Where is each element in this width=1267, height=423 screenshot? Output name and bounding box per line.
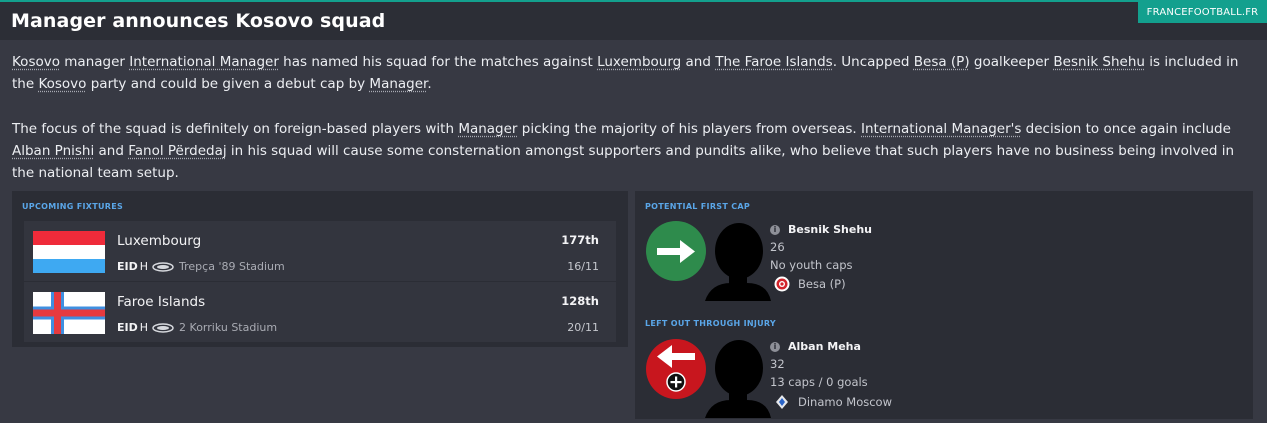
info-icon[interactable]: i [770,224,780,235]
fixture-meta: EID H Trepça '89 Stadium [117,260,285,273]
player-age: 32 [770,357,785,371]
article-link[interactable]: Besa (P) [914,54,970,70]
article-text: . Uncapped [832,54,914,70]
article-text: and [681,54,716,70]
dropped-badge [646,339,706,399]
stadium-name[interactable]: 2 Korriku Stadium [179,321,277,334]
article-text: goalkeeper [969,54,1054,70]
player-club[interactable]: Dinamo Moscow [770,394,892,410]
article-link[interactable]: Besnik Shehu [1053,54,1145,70]
player-age: 26 [770,240,785,254]
article-text: has named his squad for the matches agai… [278,54,598,70]
article-text: . [427,76,432,92]
call-up-badge [646,221,706,281]
fixture-opponent[interactable]: Faroe Islands [117,294,205,310]
player-club[interactable]: Besa (P) [770,276,846,292]
article-link[interactable]: Kosovo [38,76,86,92]
club-badge-icon [774,276,790,292]
article-text: manager [59,54,130,70]
player-name-text[interactable]: Besnik Shehu [788,223,872,236]
luxembourg-flag-icon [33,231,105,273]
fixture-meta: EID H 2 Korriku Stadium [117,321,277,334]
article-link[interactable]: Kosovo [12,54,60,70]
faroe-islands-flag-icon [33,292,105,334]
news-header: Manager announces Kosovo squad FRANCEFOO… [0,2,1267,40]
info-icon[interactable]: i [770,341,780,352]
article-link[interactable]: Manager [458,121,517,137]
article-text: and [94,143,129,159]
competition-code[interactable]: EID [117,260,138,273]
competition-code[interactable]: EID [117,321,138,334]
fixture-opponent[interactable]: Luxembourg [117,233,201,249]
article-text: The focus of the squad is definitely on … [12,121,459,137]
fixture-date: 16/11 [567,260,599,273]
stadium-icon [152,261,174,272]
player-name[interactable]: i Alban Meha [770,340,861,353]
article-link[interactable]: Luxembourg [597,54,681,70]
fixture-rank: 128th [561,294,599,308]
article-paragraph-1: Kosovo manager International Manager has… [12,51,1252,95]
fixture-row[interactable]: Faroe Islands EID H 2 Korriku Stadium 12… [24,282,616,342]
article-text: decision to once again include [1021,121,1231,137]
article-link[interactable]: Fanol Përdedaj [128,143,226,159]
article-paragraph-2: The focus of the squad is definitely on … [12,118,1252,184]
article-link[interactable]: International Manager [129,54,279,70]
club-badge-icon [776,395,788,409]
article-link[interactable]: The Faroe Islands [715,54,833,70]
player-name-text[interactable]: Alban Meha [788,340,861,353]
stadium-name[interactable]: Trepça '89 Stadium [179,260,285,273]
article-link[interactable]: Manager [369,76,427,92]
source-badge[interactable]: FRANCEFOOTBALL.FR [1138,2,1267,23]
fixture-rank: 177th [561,233,599,247]
fixture-row[interactable]: Luxembourg EID H Trepça '89 Stadium 177t… [24,221,616,281]
panel-label: POTENTIAL FIRST CAP [645,202,751,211]
article-link[interactable]: Alban Pnishi [12,143,94,159]
fixture-date: 20/11 [567,321,599,334]
player-caps: 13 caps / 0 goals [770,375,868,389]
panel-label: LEFT OUT THROUGH INJURY [645,319,777,328]
club-name[interactable]: Dinamo Moscow [798,395,892,409]
upcoming-fixtures-panel: UPCOMING FIXTURES Luxembourg EID H Trepç… [12,191,628,347]
club-name[interactable]: Besa (P) [798,277,846,291]
article-link[interactable]: International Manager's [861,121,1021,137]
arrow-left-icon [657,345,695,392]
stadium-icon [152,322,174,333]
panel-label: UPCOMING FIXTURES [22,202,124,211]
home-away-flag: H [139,321,149,334]
article-text: party and could be given a debut cap by [86,76,370,92]
player-caps: No youth caps [770,258,853,272]
article-text: picking the majority of his players from… [517,121,862,137]
home-away-flag: H [139,260,149,273]
player-silhouette[interactable] [701,221,771,301]
page-title: Manager announces Kosovo squad [11,10,386,32]
player-silhouette[interactable] [701,338,771,418]
squad-changes-panel: POTENTIAL FIRST CAP i Besnik Shehu 26 No… [635,191,1253,419]
player-name[interactable]: i Besnik Shehu [770,223,872,236]
arrow-right-icon [657,240,695,263]
